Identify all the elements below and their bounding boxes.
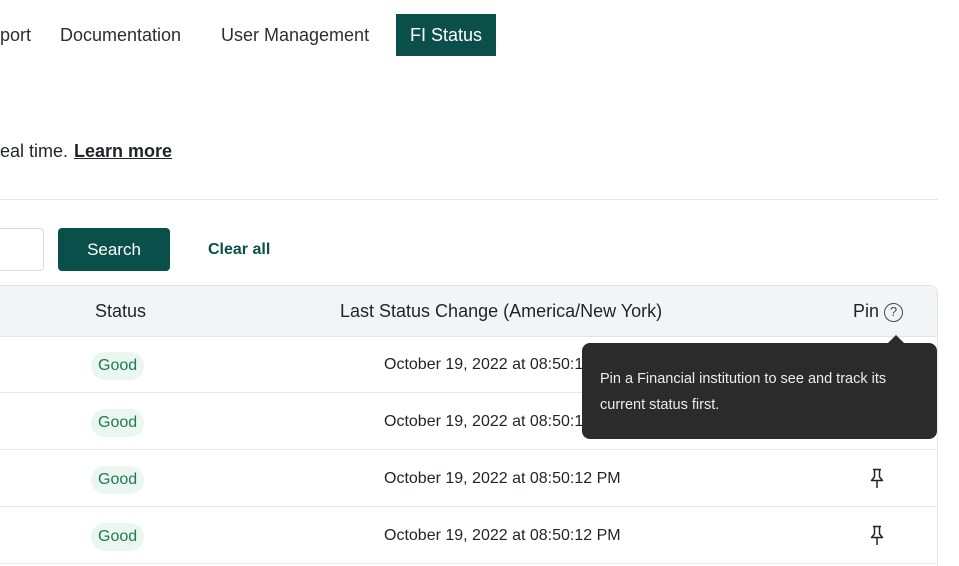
tooltip-line-1: Pin a Financial institution to see and t… bbox=[600, 371, 887, 387]
search-input[interactable] bbox=[0, 228, 44, 271]
table-row[interactable]: Good October 19, 2022 at 08:50:12 PM bbox=[0, 451, 937, 507]
tooltip-arrow bbox=[887, 335, 905, 344]
learn-more-link[interactable]: Learn more bbox=[74, 141, 172, 161]
page-description: eal time. Learn more bbox=[0, 141, 172, 162]
header-status[interactable]: Status bbox=[95, 286, 146, 337]
status-badge: Good bbox=[91, 466, 145, 494]
header-pin-label: Pin bbox=[853, 301, 880, 321]
divider bbox=[0, 199, 938, 200]
nav-item-fi-status[interactable]: FI Status bbox=[396, 14, 497, 56]
last-status-change: October 19, 2022 at 08:50:12 PM bbox=[384, 470, 621, 487]
help-circle-icon[interactable]: ? bbox=[884, 302, 904, 322]
tooltip-line-2: current status first. bbox=[600, 397, 720, 413]
pin-tooltip: Pin a Financial institution to see and t… bbox=[582, 335, 937, 439]
table-header: Status Last Status Change (America/New Y… bbox=[0, 286, 937, 337]
status-badge: Good bbox=[91, 352, 145, 380]
last-status-change: October 19, 2022 at 08:50:12 PM bbox=[384, 527, 621, 544]
clear-all-button[interactable]: Clear all bbox=[196, 228, 282, 271]
header-last-status-change[interactable]: Last Status Change (America/New York) bbox=[340, 286, 662, 337]
description-text: eal time. bbox=[0, 141, 69, 161]
nav-item-user-management[interactable]: User Management bbox=[221, 14, 369, 56]
table-row[interactable]: Good October 19, 2022 at 08:50:12 PM bbox=[0, 508, 937, 564]
status-badge: Good bbox=[91, 409, 145, 437]
top-nav: port Documentation User Management FI St… bbox=[0, 14, 959, 56]
pin-outline-icon[interactable] bbox=[869, 525, 885, 547]
search-button[interactable]: Search bbox=[58, 228, 170, 271]
nav-item-documentation[interactable]: Documentation bbox=[60, 14, 181, 56]
pin-outline-icon[interactable] bbox=[869, 468, 885, 490]
header-pin: Pin? bbox=[853, 286, 904, 337]
status-badge: Good bbox=[91, 523, 145, 551]
nav-item-support[interactable]: port bbox=[0, 14, 31, 56]
